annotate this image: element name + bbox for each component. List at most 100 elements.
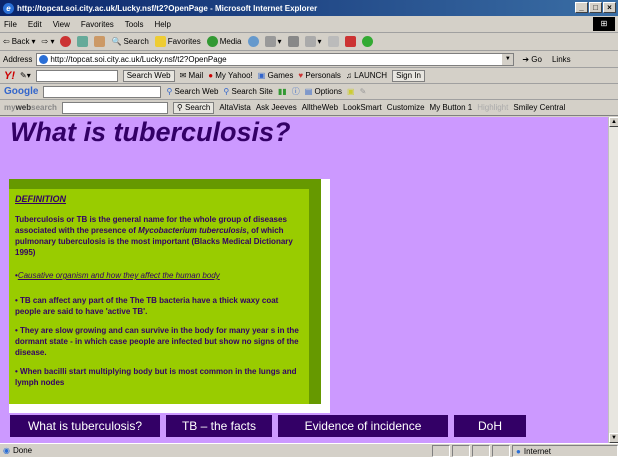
nav-what-is-tb[interactable]: What is tuberculosis? <box>9 414 161 438</box>
media-icon <box>206 36 218 47</box>
google-options-button[interactable]: ▤ Options <box>305 87 342 96</box>
discuss-button[interactable] <box>327 36 339 47</box>
stop-icon <box>60 36 72 47</box>
history-button[interactable] <box>247 36 259 47</box>
google-info-icon[interactable]: ⓘ <box>292 86 300 97</box>
links-button[interactable]: Links <box>552 55 571 64</box>
yahoo-search-web-button[interactable]: Search Web <box>122 69 175 82</box>
google-search-icon: ⚲ <box>166 87 175 96</box>
refresh-button[interactable] <box>77 36 89 47</box>
back-arrow-icon: ⇦ <box>3 37 10 46</box>
vertical-scrollbar[interactable]: ▲ ▼ <box>608 117 618 443</box>
search-button[interactable]: 🔍 Search <box>111 37 148 46</box>
zone-text: Internet <box>523 446 551 456</box>
yahoo-sign-in-button[interactable]: Sign In <box>392 69 425 82</box>
mail-icon <box>264 36 276 47</box>
forward-button[interactable]: ⇨ ▾ <box>42 37 55 46</box>
highlight-icon[interactable]: ▣ <box>347 87 355 96</box>
mws-item-highlight[interactable]: Highlight <box>477 103 508 112</box>
yahoo-logo[interactable]: Y! <box>4 70 15 82</box>
status-cell-2 <box>452 445 470 457</box>
mywebsearch-toolbar: mywebsearch ⚲ Search AltaVista Ask Jeeve… <box>0 100 618 116</box>
google-logo[interactable]: Google <box>4 86 38 97</box>
menu-tools[interactable]: Tools <box>125 20 144 29</box>
mws-item-smiley[interactable]: Smiley Central <box>513 103 565 112</box>
page-viewport: What is tuberculosis? DEFINITION Tubercu… <box>0 117 608 443</box>
back-button[interactable]: ⇦ Back ▾ <box>3 37 36 46</box>
go-button[interactable]: ➔ Go <box>522 55 542 64</box>
menu-help[interactable]: Help <box>154 20 170 29</box>
bullet-1: • TB can affect any part of the The TB b… <box>15 296 279 316</box>
address-input[interactable]: http://topcat.soi.city.ac.uk/Lucky.nsf/t… <box>36 52 515 66</box>
chevron-down-icon: ▾ <box>31 37 36 46</box>
edit-button[interactable]: ▾ <box>304 36 322 47</box>
extra-button[interactable] <box>361 36 373 47</box>
mws-item-customize[interactable]: Customize <box>387 103 425 112</box>
messenger-icon <box>344 36 356 47</box>
definition-text: Tuberculosis or TB is the general name f… <box>15 215 293 257</box>
standard-toolbar: ⇦ Back ▾ ⇨ ▾ 🔍 Search Favorites Media ▾ … <box>0 33 618 51</box>
google-search-site-button[interactable]: ⚲ Search Site <box>223 87 272 96</box>
page-title: What is tuberculosis? <box>10 117 291 147</box>
history-icon <box>247 36 259 47</box>
stop-button[interactable] <box>60 36 72 47</box>
my-yahoo-button[interactable]: ● My Yahoo! <box>208 71 253 80</box>
mail-button[interactable]: ▾ <box>264 36 282 47</box>
yahoo-launch-button[interactable]: ♫ LAUNCH <box>346 71 387 80</box>
menu-view[interactable]: View <box>53 20 70 29</box>
causative-organism-link[interactable]: Causative organism and how they affect t… <box>18 271 220 280</box>
bullet-3: • When bacilli start multiplying body bu… <box>15 367 297 387</box>
messenger-button[interactable] <box>344 36 356 47</box>
minimize-button[interactable]: _ <box>575 2 588 13</box>
popup-blocker-icon[interactable]: ✎ <box>360 87 367 96</box>
pencil-icon[interactable]: ✎▾ <box>20 71 31 80</box>
bullet-2: • They are slow growing and can survive … <box>15 326 299 357</box>
scroll-down-arrow-icon[interactable]: ▼ <box>609 433 618 443</box>
print-icon <box>287 36 299 47</box>
mws-item-alltheweb[interactable]: AlltheWeb <box>302 103 338 112</box>
extra-icon <box>361 36 373 47</box>
menu-file[interactable]: File <box>4 20 17 29</box>
edit-icon <box>304 36 316 47</box>
go-arrow-icon: ➔ <box>522 54 530 64</box>
windows-logo-icon: ⊞ <box>593 17 615 31</box>
games-icon: ▣ <box>257 71 268 80</box>
forward-arrow-icon: ⇨ ▾ <box>41 37 55 46</box>
home-button[interactable] <box>94 36 106 47</box>
mws-item-mybutton[interactable]: My Button 1 <box>430 103 473 112</box>
google-pagerank-icon: ▮▮ <box>277 87 287 96</box>
nav-tb-facts[interactable]: TB – the facts <box>165 414 273 438</box>
nav-evidence-incidence[interactable]: Evidence of incidence <box>277 414 449 438</box>
nav-doh[interactable]: DoH <box>453 414 527 438</box>
mws-item-looksmart[interactable]: LookSmart <box>343 103 382 112</box>
yahoo-mail-button[interactable]: ✉ Mail <box>180 71 204 80</box>
favorites-button[interactable]: Favorites <box>154 36 201 47</box>
mws-item-askjeeves[interactable]: Ask Jeeves <box>256 103 297 112</box>
yahoo-personals-button[interactable]: ♥ Personals <box>298 71 341 80</box>
address-dropdown-icon[interactable]: ▼ <box>502 53 514 65</box>
options-icon: ▤ <box>304 87 315 96</box>
yahoo-search-input[interactable] <box>35 69 118 82</box>
zone-cell: ● Internet <box>512 445 618 457</box>
media-button[interactable]: Media <box>206 36 242 47</box>
home-icon <box>94 36 106 47</box>
launch-icon: ♫ <box>345 71 355 80</box>
mywebsearch-search-button[interactable]: ⚲ Search <box>172 101 215 114</box>
mywebsearch-logo[interactable]: mywebsearch <box>4 103 57 112</box>
google-search-input[interactable] <box>43 85 162 98</box>
scroll-up-arrow-icon[interactable]: ▲ <box>609 117 618 127</box>
mywebsearch-input[interactable] <box>61 101 168 114</box>
status-text: Done <box>12 446 33 455</box>
yahoo-games-button[interactable]: ▣ Games <box>258 71 294 80</box>
menu-edit[interactable]: Edit <box>28 20 42 29</box>
close-button[interactable]: × <box>603 2 616 13</box>
google-search-web-button[interactable]: ⚲ Search Web <box>166 87 218 96</box>
mws-item-altavista[interactable]: AltaVista <box>219 103 250 112</box>
menu-favorites[interactable]: Favorites <box>81 20 114 29</box>
mail-icon: ✉ <box>179 71 189 80</box>
status-cells: ● Internet <box>430 445 618 457</box>
print-button[interactable] <box>287 36 299 47</box>
address-bar: Address http://topcat.soi.city.ac.uk/Luc… <box>0 51 618 68</box>
maximize-button[interactable]: □ <box>589 2 602 13</box>
search-icon: ⚲ <box>176 102 186 112</box>
